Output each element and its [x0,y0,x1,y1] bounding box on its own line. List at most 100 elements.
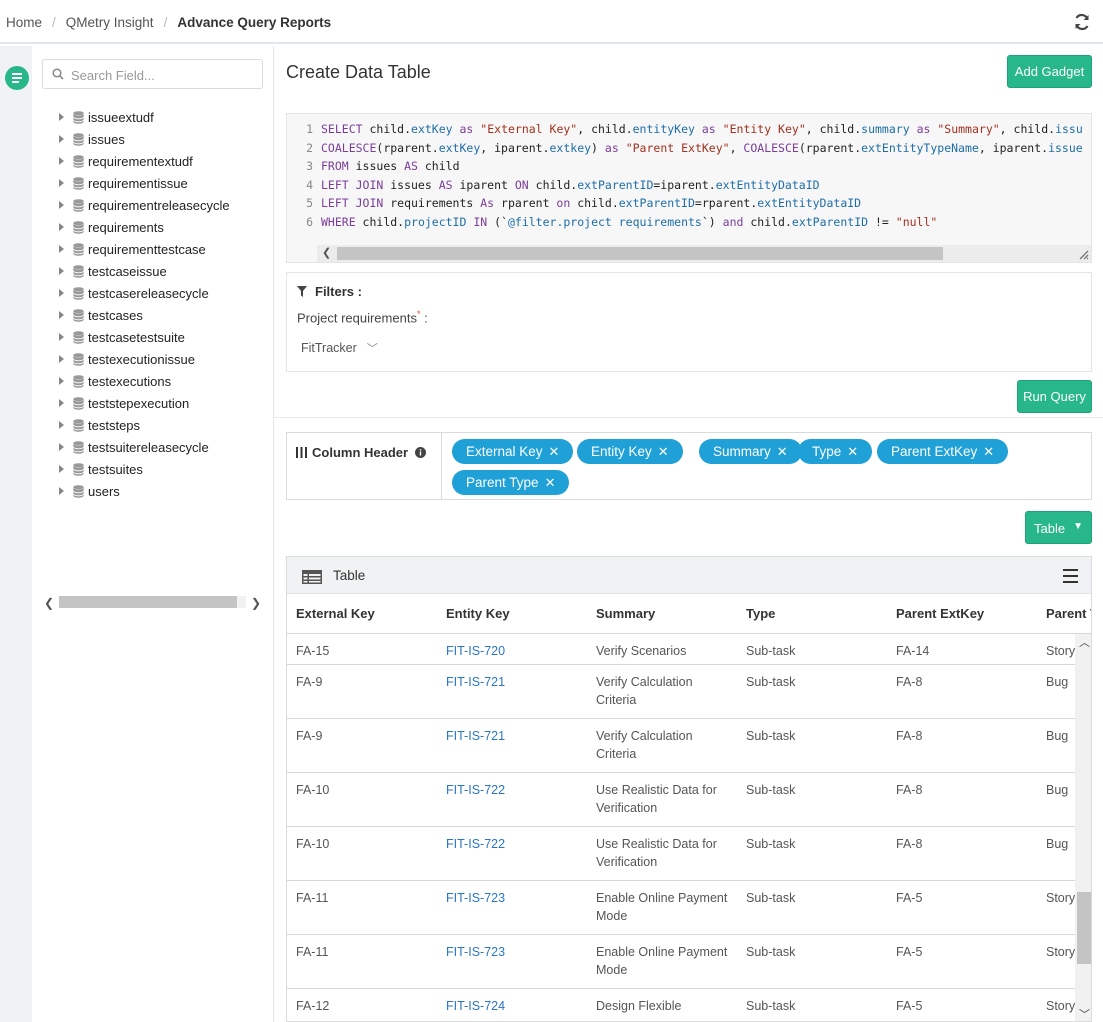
caret-right-icon[interactable] [59,201,64,209]
field-item-requirementtestcase[interactable]: requirementtestcase [56,238,230,260]
cell-entity-key-link[interactable]: FIT-IS-720 [446,642,505,660]
sidebar-horizontal-scrollbar[interactable]: ❮ ❯ [42,593,263,611]
table-vertical-scrollbar[interactable]: ︿ ﹀ [1075,634,1091,1021]
run-query-button[interactable]: Run Query [1017,380,1092,413]
cell-summary-line: Mode [596,963,628,977]
column-header[interactable]: Type [746,606,775,621]
cell-type: Sub-task [746,729,796,743]
caret-right-icon[interactable] [59,421,64,429]
field-item-teststepexecution[interactable]: teststepexecution [56,392,230,414]
search-field[interactable] [42,59,263,89]
breadcrumb-qmetry-insight[interactable]: QMetry Insight [66,15,154,30]
close-icon[interactable]: ✕ [549,444,560,459]
cell-summary-line: Verify Calculation [596,675,693,689]
field-item-testexecutionissue[interactable]: testexecutionissue [56,348,230,370]
field-item-users[interactable]: users [56,480,230,502]
field-item-requirements[interactable]: requirements [56,216,230,238]
visualization-type-dropdown[interactable]: Table ▼ [1025,511,1092,544]
cell-summary: Enable Online Payment Mode [596,889,727,925]
breadcrumb-home[interactable]: Home [6,15,42,30]
close-icon[interactable]: ✕ [545,475,556,490]
refresh-icon[interactable] [1073,13,1091,31]
caret-right-icon[interactable] [59,289,64,297]
search-input[interactable] [71,66,257,84]
column-header[interactable]: Parent Type [1046,606,1091,621]
caret-right-icon[interactable] [59,377,64,385]
field-item-requirementextudf[interactable]: requirementextudf [56,150,230,172]
table-row[interactable]: FA-10 FIT-IS-722 Use Realistic Data for Ver… [287,773,1075,827]
caret-right-icon[interactable] [59,179,64,187]
field-item-testcases[interactable]: testcases [56,304,230,326]
resize-grip-icon[interactable] [1077,248,1089,260]
caret-right-icon[interactable] [59,157,64,165]
field-item-label: issueextudf [88,109,154,125]
close-icon[interactable]: ✕ [983,444,994,459]
cell-parent-extkey: FA-5 [896,891,923,905]
caret-right-icon[interactable] [59,267,64,275]
query-code[interactable]: SELECT child.extKey as "External Key", c… [321,120,1091,231]
caret-right-icon[interactable] [59,465,64,473]
column-header[interactable]: Summary [596,606,655,621]
breadcrumb-current: Advance Query Reports [177,15,332,30]
field-item-requirementreleasecycle[interactable]: requirementreleasecycle [56,194,230,216]
caret-right-icon[interactable] [59,487,64,495]
field-item-testcasereleasecycle[interactable]: testcasereleasecycle [56,282,230,304]
table-row[interactable]: FA-11 FIT-IS-723 Enable Online Payment Mode… [287,881,1075,935]
cell-summary: Verify Scenarios [596,642,686,660]
cell-entity-key-link[interactable]: FIT-IS-721 [446,727,505,745]
field-item-teststeps[interactable]: teststeps [56,414,230,436]
caret-right-icon[interactable] [59,223,64,231]
close-icon[interactable]: ✕ [658,444,669,459]
cell-summary: Use Realistic Data for Verification [596,835,717,871]
field-item-issueextudf[interactable]: issueextudf [56,106,230,128]
table-row[interactable]: FA-9 FIT-IS-721 Verify Calculation Criteria… [287,719,1075,773]
cell-parent-extkey: FA-5 [896,945,923,959]
database-icon [73,418,84,432]
field-item-testexecutions[interactable]: testexecutions [56,370,230,392]
field-item-testcasetestsuite[interactable]: testcasetestsuite [56,326,230,348]
caret-right-icon[interactable] [59,245,64,253]
column-header[interactable]: External Key [296,606,375,621]
cell-entity-key-link[interactable]: FIT-IS-722 [446,781,505,799]
field-item-testsuitereleasecycle[interactable]: testsuitereleasecycle [56,436,230,458]
column-header[interactable]: Parent ExtKey [896,606,984,621]
info-icon[interactable] [414,447,426,458]
close-icon[interactable]: ✕ [777,444,788,459]
table-row[interactable]: FA-10 FIT-IS-722 Use Realistic Data for Ver… [287,827,1075,881]
table-row[interactable]: FA-12 FIT-IS-724 Design Flexible Sub-task FA… [287,989,1075,1021]
table-row[interactable]: FA-15 FIT-IS-720 Verify Scenarios Sub-task F… [287,634,1075,665]
hamburger-menu-icon[interactable] [1063,569,1078,583]
query-editor[interactable]: 1 2 3 4 5 6 SELECT child.extKey as "External … [286,113,1092,263]
table-row[interactable]: FA-11 FIT-IS-723 Enable Online Payment Mode… [287,935,1075,989]
column-chip-label: Entity Key [591,444,652,459]
cell-entity-key-link[interactable]: FIT-IS-721 [446,673,505,691]
caret-right-icon[interactable] [59,333,64,341]
caret-right-icon[interactable] [59,399,64,407]
cell-entity-key-link[interactable]: FIT-IS-722 [446,835,505,853]
cell-entity-key-link[interactable]: FIT-IS-723 [446,889,505,907]
cell-entity-key-link[interactable]: FIT-IS-724 [446,997,505,1015]
field-item-testcaseissue[interactable]: testcaseissue [56,260,230,282]
field-item-requirementissue[interactable]: requirementissue [56,172,230,194]
scroll-left-icon[interactable]: ❮ [44,596,54,610]
cell-entity-key-link[interactable]: FIT-IS-723 [446,943,505,961]
caret-right-icon[interactable] [59,355,64,363]
editor-horizontal-scrollbar[interactable]: ❮ [317,245,1091,262]
field-item-issues[interactable]: issues [56,128,230,150]
column-header[interactable]: Entity Key [446,606,510,621]
close-icon[interactable]: ✕ [847,444,858,459]
add-gadget-button[interactable]: Add Gadget [1007,55,1092,88]
caret-right-icon[interactable] [59,113,64,121]
project-select[interactable]: FitTracker ﹀ [301,340,378,356]
field-item-testsuites[interactable]: testsuites [56,458,230,480]
cell-summary-line: Verify Scenarios [596,644,687,658]
scroll-down-icon[interactable]: ﹀ [1079,1006,1090,1021]
table-row[interactable]: FA-9 FIT-IS-721 Verify Calculation Criteria… [287,665,1075,719]
caret-right-icon[interactable] [59,135,64,143]
caret-right-icon[interactable] [59,311,64,319]
scroll-right-icon[interactable]: ❯ [251,596,261,610]
caret-right-icon[interactable] [59,443,64,451]
scroll-up-icon[interactable]: ︿ [1079,634,1090,650]
field-item-label: issues [88,131,125,147]
toggle-fields-icon[interactable] [5,66,29,90]
